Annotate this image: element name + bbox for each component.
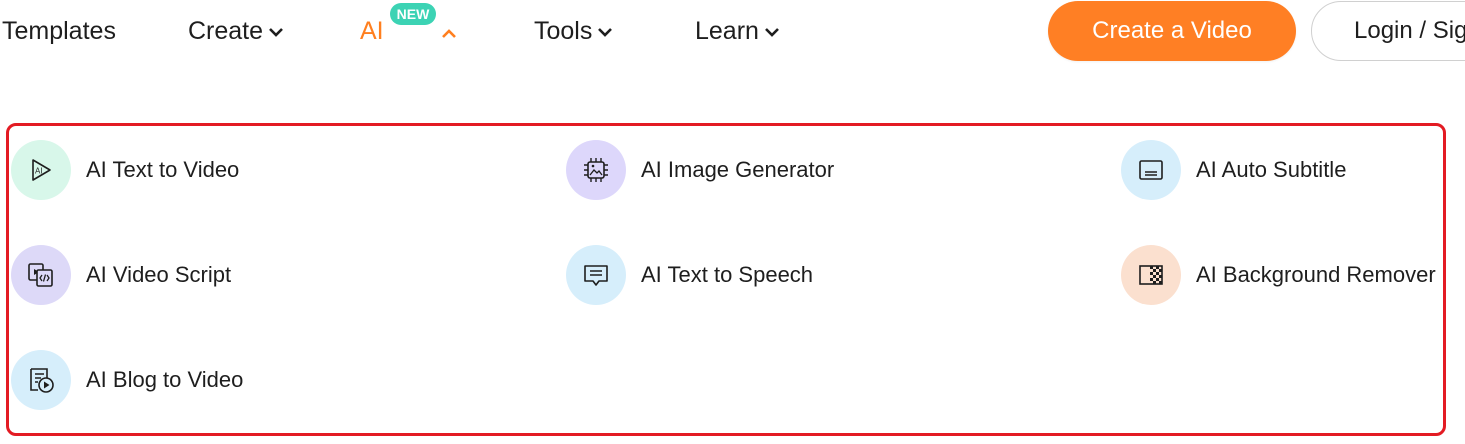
chevron-down-icon [267, 26, 285, 38]
top-navigation: Templates Create AI NEW Tools Learn Crea… [0, 0, 1465, 62]
nav-templates[interactable]: Templates [2, 14, 116, 48]
nav-tools[interactable]: Tools [534, 14, 614, 48]
speech-bubble-icon [566, 245, 626, 305]
chevron-down-icon [763, 26, 781, 38]
menu-item-ai-video-script[interactable]: AI Video Script [11, 245, 331, 305]
nav-create-label: Create [188, 17, 264, 45]
nav-ai[interactable]: AI [360, 14, 384, 48]
menu-item-label: AI Background Remover [1196, 262, 1436, 287]
video-script-icon [11, 245, 71, 305]
chevron-down-icon [596, 26, 614, 38]
ai-dropdown-panel: AI AI Text to Video AI Image Generator A… [6, 123, 1446, 436]
nav-learn-label: Learn [695, 17, 759, 45]
new-badge: NEW [390, 3, 436, 25]
svg-text:AI: AI [35, 167, 43, 176]
subtitle-icon [1121, 140, 1181, 200]
nav-learn[interactable]: Learn [695, 14, 781, 48]
ai-play-icon: AI [11, 140, 71, 200]
menu-item-label: AI Blog to Video [86, 367, 244, 392]
menu-item-ai-image-generator[interactable]: AI Image Generator [566, 140, 886, 200]
menu-item-ai-text-to-speech[interactable]: AI Text to Speech [566, 245, 886, 305]
menu-item-ai-text-to-video[interactable]: AI AI Text to Video [11, 140, 331, 200]
menu-item-ai-auto-subtitle[interactable]: AI Auto Subtitle [1121, 140, 1441, 200]
menu-item-label: AI Auto Subtitle [1196, 157, 1347, 182]
menu-item-ai-background-remover[interactable]: AI Background Remover [1121, 245, 1441, 305]
create-video-button[interactable]: Create a Video [1048, 1, 1296, 61]
nav-tools-label: Tools [534, 17, 593, 45]
menu-item-label: AI Text to Video [86, 157, 240, 182]
menu-item-ai-blog-to-video[interactable]: AI Blog to Video [11, 350, 331, 410]
menu-item-label: AI Video Script [86, 262, 232, 287]
checkerboard-icon [1121, 245, 1181, 305]
chevron-up-icon[interactable] [440, 27, 458, 39]
menu-item-label: AI Image Generator [641, 157, 835, 182]
nav-create[interactable]: Create [188, 14, 285, 48]
nav-templates-label: Templates [2, 17, 116, 45]
menu-item-label: AI Text to Speech [641, 262, 814, 287]
chip-image-icon [566, 140, 626, 200]
blog-play-icon [11, 350, 71, 410]
login-signup-button[interactable]: Login / Sign up [1311, 1, 1465, 61]
nav-ai-label: AI [360, 17, 384, 45]
